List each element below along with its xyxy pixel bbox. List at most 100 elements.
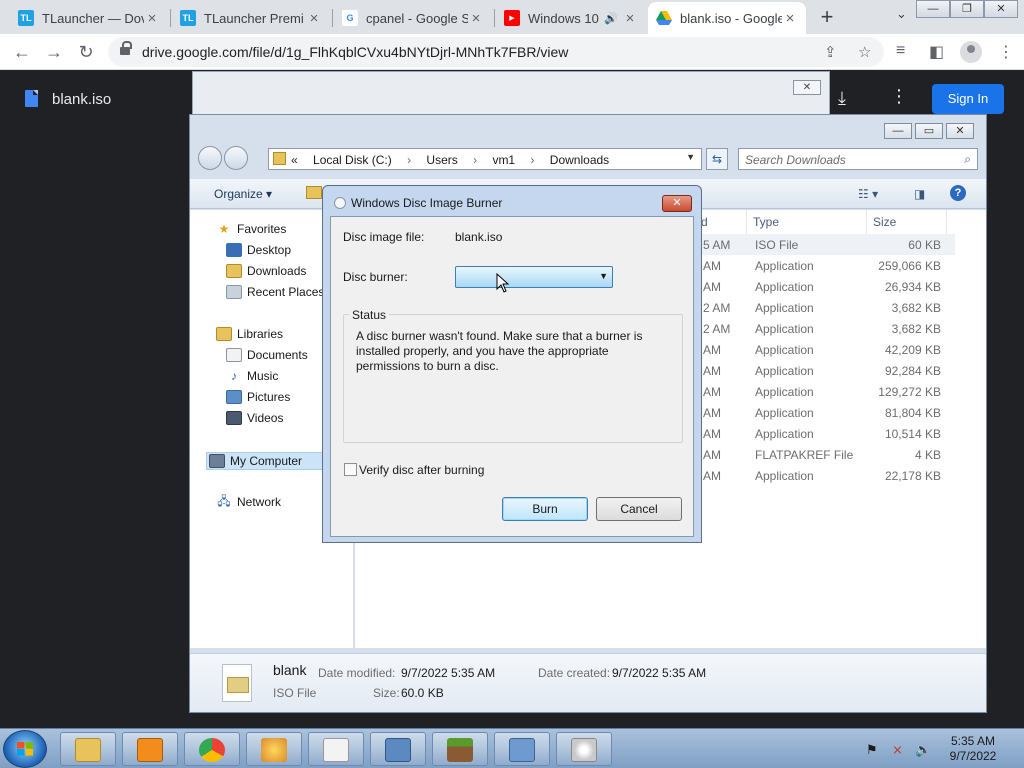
breadcrumb-separator[interactable]: › [407, 153, 411, 167]
details-file-name: blank [273, 662, 307, 678]
nav-downloads[interactable]: Downloads [226, 264, 306, 278]
side-panel-icon[interactable]: ◧ [929, 42, 944, 62]
reload-icon[interactable]: ↻ [74, 41, 98, 63]
change-view-icon[interactable]: ☷ ▾ [858, 187, 878, 201]
profile-avatar[interactable] [960, 41, 982, 63]
row-type-cell: Application [755, 406, 814, 420]
disc-burner-select[interactable]: ▼ [455, 266, 613, 288]
taskbar-media-player-button[interactable] [122, 732, 178, 766]
tab-title: blank.iso - Google [680, 10, 782, 26]
nav-recent-places[interactable]: Recent Places [226, 285, 324, 299]
tab-close-icon[interactable]: × [468, 10, 484, 27]
row-date-cell: 2 AM [703, 301, 731, 315]
address-bar[interactable]: drive.google.com/file/d/1g_FlhKqblCVxu4b… [108, 37, 884, 67]
chevron-down-icon[interactable]: ▼ [599, 271, 608, 281]
download-icon[interactable]: ⤓ [838, 88, 846, 109]
nav-label: Videos [247, 411, 284, 425]
taskbar-java-button[interactable] [308, 732, 364, 766]
taskbar-control-panel-button[interactable] [370, 732, 426, 766]
nav-music[interactable]: ♪ Music [226, 369, 278, 383]
pictures-icon [226, 390, 242, 404]
dialog-body: Disc image file: blank.iso Disc burner: … [330, 216, 694, 537]
tab-close-icon[interactable]: × [144, 10, 160, 27]
background-window-close-button[interactable]: ✕ [793, 80, 821, 95]
search-icon[interactable]: ⌕ [964, 152, 971, 167]
more-options-icon[interactable]: ⋮ [890, 86, 908, 107]
speaker-icon[interactable]: 🔊 [600, 12, 622, 25]
column-type[interactable]: Type [747, 210, 867, 234]
action-center-icon[interactable]: ⚑ [866, 742, 878, 758]
back-arrow-icon[interactable]: ← [10, 41, 34, 63]
minimize-button[interactable]: — [916, 0, 950, 18]
volume-icon[interactable]: 🔈 [915, 742, 931, 758]
explorer-maximize-button[interactable]: ▭ [915, 123, 943, 139]
breadcrumb-downloads[interactable]: Downloads [550, 153, 609, 167]
nav-network[interactable]: 🖧 Network [216, 494, 281, 510]
explorer-close-button[interactable]: ✕ [946, 123, 974, 139]
explorer-back-button[interactable] [198, 146, 222, 170]
organize-button[interactable]: Organize ▾ [214, 187, 272, 201]
java-icon [323, 738, 349, 762]
breadcrumb-overflow[interactable]: « [291, 153, 298, 167]
verify-disc-label[interactable]: Verify disc after burning [359, 463, 484, 477]
tab-close-icon[interactable]: × [622, 10, 638, 27]
sign-in-button[interactable]: Sign In [932, 84, 1004, 114]
chrome-menu-icon[interactable]: ⋮ [998, 42, 1014, 62]
preview-pane-icon[interactable]: ◨ [914, 187, 925, 201]
address-dropdown-icon[interactable]: ▼ [686, 152, 695, 162]
folder-icon [273, 152, 286, 165]
taskbar-clock[interactable]: 5:35 AM 9/7/2022 [938, 734, 1008, 764]
explorer-address-bar[interactable]: « Local Disk (C:) › Users › vm1 › Downlo… [268, 148, 702, 170]
folder-icon[interactable] [306, 186, 322, 199]
breadcrumb-vm1[interactable]: vm1 [492, 153, 515, 167]
network-disconnected-icon[interactable]: ⨯ [892, 742, 903, 758]
restore-button[interactable]: ❐ [950, 0, 984, 18]
url-text[interactable]: drive.google.com/file/d/1g_FlhKqblCVxu4b… [142, 44, 568, 60]
start-button[interactable] [3, 730, 47, 768]
tab-windows-10-youtube[interactable]: ▶ Windows 10 🔊 × [496, 2, 646, 34]
taskbar-minecraft-button[interactable] [432, 732, 488, 766]
new-tab-button[interactable]: + [814, 4, 840, 30]
nav-documents[interactable]: Documents [226, 348, 308, 362]
breadcrumb-separator[interactable]: › [473, 153, 477, 167]
dialog-close-button[interactable]: ✕ [662, 195, 692, 212]
lock-icon[interactable] [120, 41, 132, 56]
help-icon[interactable]: ? [950, 185, 966, 201]
nav-videos[interactable]: Videos [226, 411, 283, 425]
nav-pictures[interactable]: Pictures [226, 390, 290, 404]
tab-close-icon[interactable]: × [782, 10, 798, 27]
tab-search-chevron-icon[interactable]: ⌄ [896, 6, 907, 22]
bookmark-star-icon[interactable]: ☆ [858, 43, 871, 61]
nav-desktop[interactable]: Desktop [226, 243, 291, 257]
burn-button[interactable]: Burn [502, 497, 588, 521]
refresh-icon[interactable]: ⇆ [706, 148, 728, 170]
search-input[interactable]: Search Downloads ⌕ [738, 148, 978, 170]
explorer-forward-button[interactable] [224, 146, 248, 170]
share-icon[interactable]: ⇪ [824, 43, 837, 61]
close-button[interactable]: ✕ [984, 0, 1018, 18]
nav-favorites[interactable]: ★ Favorites [216, 222, 287, 236]
tab-close-icon[interactable]: × [306, 10, 322, 27]
breadcrumb-users[interactable]: Users [426, 153, 457, 167]
taskbar-chrome-button[interactable] [184, 732, 240, 766]
breadcrumb-separator[interactable]: › [530, 153, 534, 167]
taskbar-explorer-button[interactable] [60, 732, 116, 766]
tab-blank-iso-drive[interactable]: blank.iso - Google × [648, 2, 806, 34]
tab-tlauncher-premium[interactable]: TL TLauncher Premi × [172, 2, 330, 34]
tab-cpanel-google[interactable]: G cpanel - Google S × [334, 2, 492, 34]
column-date-modified[interactable]: d [695, 210, 747, 234]
column-size[interactable]: Size [867, 210, 947, 234]
media-control-icon[interactable]: ≡ [896, 42, 905, 60]
explorer-minimize-button[interactable]: — [884, 123, 912, 139]
row-size-cell: 22,178 KB [884, 469, 941, 483]
cancel-button[interactable]: Cancel [596, 497, 682, 521]
breadcrumb-local-disk[interactable]: Local Disk (C:) [313, 153, 392, 167]
forward-arrow-icon[interactable]: → [42, 41, 66, 63]
nav-libraries[interactable]: Libraries [216, 327, 283, 341]
documents-icon [226, 348, 242, 362]
tab-tlauncher-download[interactable]: TL TLauncher — Dov × [10, 2, 168, 34]
taskbar-disc-burner-button[interactable] [556, 732, 612, 766]
verify-disc-checkbox[interactable] [344, 463, 357, 476]
taskbar-network-app-button[interactable] [494, 732, 550, 766]
taskbar-paint-button[interactable] [246, 732, 302, 766]
